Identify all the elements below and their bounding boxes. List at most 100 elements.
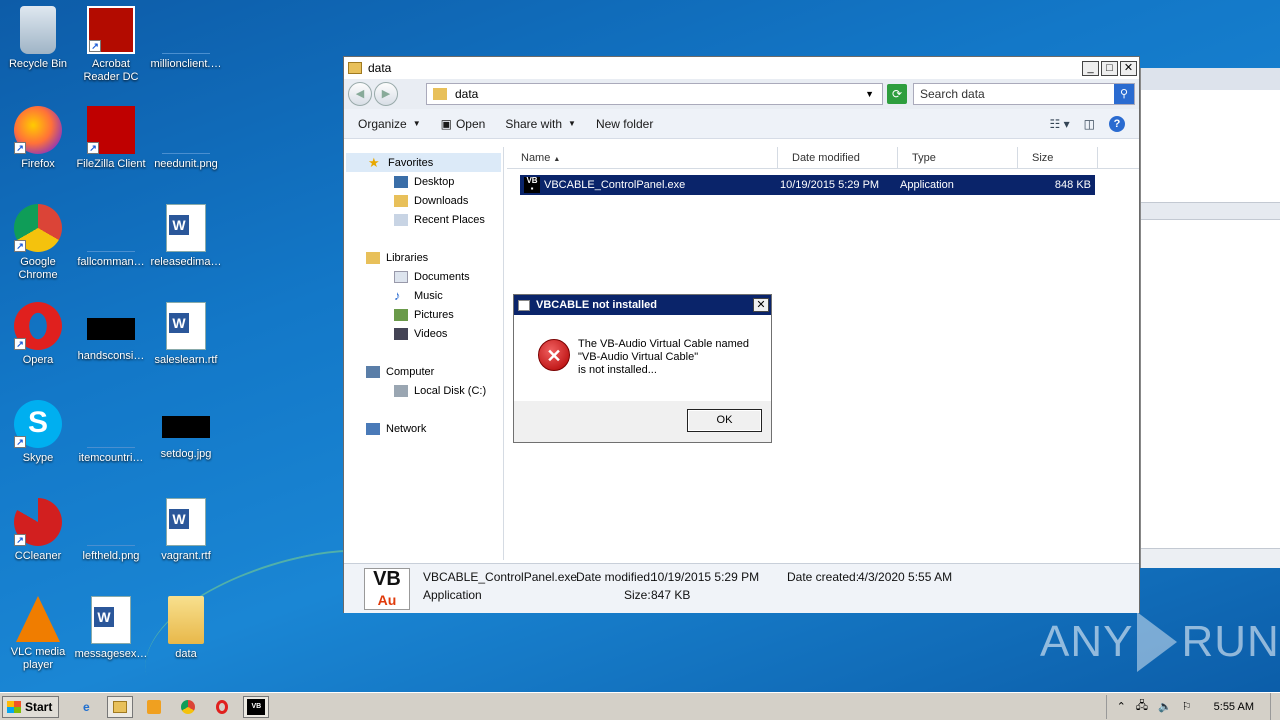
help-icon[interactable]: ? — [1109, 115, 1125, 132]
app-icon — [518, 299, 530, 311]
action-center-flag-icon[interactable]: ⚐ — [1182, 700, 1192, 713]
desktop-icon-chrome[interactable]: ↗ Google Chrome — [0, 204, 76, 282]
nav-documents[interactable]: Documents — [344, 267, 503, 286]
desktop-icon-ccleaner[interactable]: ↗ CCleaner — [0, 498, 76, 563]
column-size[interactable]: Size — [1018, 147, 1098, 168]
address-bar[interactable]: data ▼ — [426, 83, 883, 105]
details-type: Application — [423, 588, 482, 602]
ok-button[interactable]: OK — [687, 409, 762, 432]
background-window[interactable] — [1140, 68, 1280, 568]
taskbar-explorer[interactable] — [107, 695, 134, 718]
desktop-icon-skype[interactable]: S ↗ Skype — [0, 400, 76, 465]
clock[interactable]: 5:55 AM — [1214, 701, 1254, 713]
nav-desktop[interactable]: Desktop — [344, 172, 503, 191]
window-titlebar[interactable]: data _ □ ✕ — [344, 57, 1139, 79]
nav-computer[interactable]: Computer — [344, 362, 503, 381]
details-size: 847 KB — [651, 588, 691, 602]
close-button[interactable]: ✕ — [1120, 60, 1137, 76]
desktop-icon-doc[interactable]: vagrant.rtf — [148, 498, 224, 563]
desktop-icon-filezilla[interactable]: ↗ FileZilla Client — [73, 106, 149, 171]
desktop-icon-opera[interactable]: ↗ Opera — [0, 302, 76, 367]
desktop-icon-file[interactable]: leftheld.png — [73, 498, 149, 563]
desktop-icon-file[interactable]: setdog.jpg — [148, 400, 224, 461]
network-icon[interactable]: 🖧 — [1136, 697, 1148, 716]
shortcut-arrow-icon: ↗ — [14, 338, 26, 350]
address-breadcrumb[interactable]: data — [455, 87, 478, 101]
desktop-icon-doc[interactable]: releasedima… — [148, 204, 224, 269]
volume-icon[interactable]: 🔈 — [1158, 700, 1172, 713]
word-doc-icon — [166, 498, 206, 546]
nav-libraries[interactable]: Libraries — [344, 248, 503, 267]
nav-recent-places[interactable]: Recent Places — [344, 210, 503, 229]
views-icon[interactable]: ☷ ▾ — [1050, 117, 1070, 131]
organize-button[interactable]: Organize ▼ — [358, 117, 421, 131]
search-icon[interactable]: ⚲ — [1114, 84, 1134, 104]
error-icon: ✕ — [538, 339, 570, 371]
desktop-icon-vlc[interactable]: VLC media player — [0, 596, 76, 672]
media-player-icon — [147, 699, 162, 714]
desktop-icon-file[interactable]: millionclient.… — [148, 6, 224, 71]
chevron-down-icon[interactable]: ▼ — [865, 89, 874, 99]
taskbar-media-player[interactable] — [141, 696, 167, 718]
file-name-cell: VB ▪ VBCABLE_ControlPanel.exe — [520, 177, 780, 193]
desktop-icon-doc[interactable]: messagesex… — [73, 596, 149, 661]
table-row[interactable]: VB ▪ VBCABLE_ControlPanel.exe 10/19/2015 5… — [520, 175, 1095, 195]
desktop-icon-folder[interactable]: data — [148, 596, 224, 661]
command-bar: Organize ▼ ▣ Open Share with ▼ New folder ☷… — [344, 109, 1139, 139]
forward-button[interactable]: ▶ — [374, 82, 398, 106]
desktop-icon-firefox[interactable]: ↗ Firefox — [0, 106, 76, 171]
open-button[interactable]: ▣ Open — [441, 117, 486, 131]
nav-label: Local Disk (C:) — [414, 384, 487, 397]
preview-pane-icon[interactable]: ◫ — [1084, 117, 1095, 131]
maximize-button[interactable]: □ — [1101, 60, 1118, 76]
minimize-button[interactable]: _ — [1082, 60, 1099, 76]
tray-expand-icon[interactable]: ⌃ — [1117, 700, 1126, 713]
column-name[interactable]: Name ▲ — [507, 147, 778, 168]
close-button[interactable]: ✕ — [753, 298, 769, 312]
desktop-icon-file[interactable]: fallcomman… — [73, 204, 149, 269]
dialog-title: VBCABLE not installed — [536, 299, 658, 311]
dialog-titlebar[interactable]: VBCABLE not installed ✕ — [514, 295, 771, 315]
chevron-down-icon: ▼ — [412, 119, 421, 128]
taskbar-vbcable[interactable]: VB — [243, 695, 270, 718]
desktop-icon-file[interactable]: needunit.png — [148, 106, 224, 171]
share-with-button[interactable]: Share with ▼ — [505, 117, 576, 131]
error-dialog[interactable]: VBCABLE not installed ✕ ✕ The VB-Audio V… — [513, 294, 772, 443]
folder-icon — [168, 596, 204, 644]
new-folder-button[interactable]: New folder — [596, 117, 653, 131]
music-icon: ♪ — [394, 287, 401, 303]
nav-downloads[interactable]: Downloads — [344, 191, 503, 210]
desktop-icon-label: Firefox — [21, 158, 55, 170]
desktop-icon-label: VLC media player — [10, 646, 66, 671]
taskbar-ie[interactable]: e — [73, 696, 99, 718]
desktop-icon-doc[interactable]: saleslearn.rtf — [148, 302, 224, 367]
taskbar-chrome[interactable] — [175, 696, 201, 718]
details-filename: VBCABLE_ControlPanel.exe — [423, 570, 578, 584]
desktop-icon-acrobat[interactable]: ↗ Acrobat Reader DC — [73, 6, 149, 84]
column-date-modified[interactable]: Date modified — [778, 147, 898, 168]
play-icon — [1137, 612, 1178, 672]
desktop-icon-file[interactable]: handsconsi… — [73, 302, 149, 363]
refresh-button[interactable]: ⟳ — [887, 84, 907, 104]
search-input[interactable]: Search data ⚲ — [913, 83, 1135, 105]
taskbar-opera[interactable] — [209, 696, 235, 718]
acrobat-icon: ↗ — [87, 6, 135, 54]
column-type[interactable]: Type — [898, 147, 1018, 168]
show-desktop-button[interactable] — [1270, 692, 1280, 720]
windows-logo-icon — [7, 700, 21, 713]
start-button[interactable]: Start — [2, 695, 60, 718]
star-icon: ★ — [368, 154, 380, 170]
nav-favorites[interactable]: ★ Favorites — [346, 153, 501, 172]
nav-videos[interactable]: Videos — [344, 324, 503, 343]
nav-local-disk[interactable]: Local Disk (C:) — [344, 381, 503, 400]
desktop-icon-label: FileZilla Client — [76, 158, 146, 170]
details-pane: VB Au VBCABLE_ControlPanel.exe Applicatio… — [344, 563, 1139, 613]
desktop-icon-file[interactable]: itemcountri… — [73, 400, 149, 465]
nav-pictures[interactable]: Pictures — [344, 305, 503, 324]
back-button[interactable]: ◀ — [348, 82, 372, 106]
nav-network[interactable]: Network — [344, 419, 503, 438]
desktop-icon-recycle-bin[interactable]: Recycle Bin — [0, 6, 76, 71]
nav-music[interactable]: ♪ Music — [344, 286, 503, 305]
desktop-icon-label: Skype — [22, 452, 54, 464]
